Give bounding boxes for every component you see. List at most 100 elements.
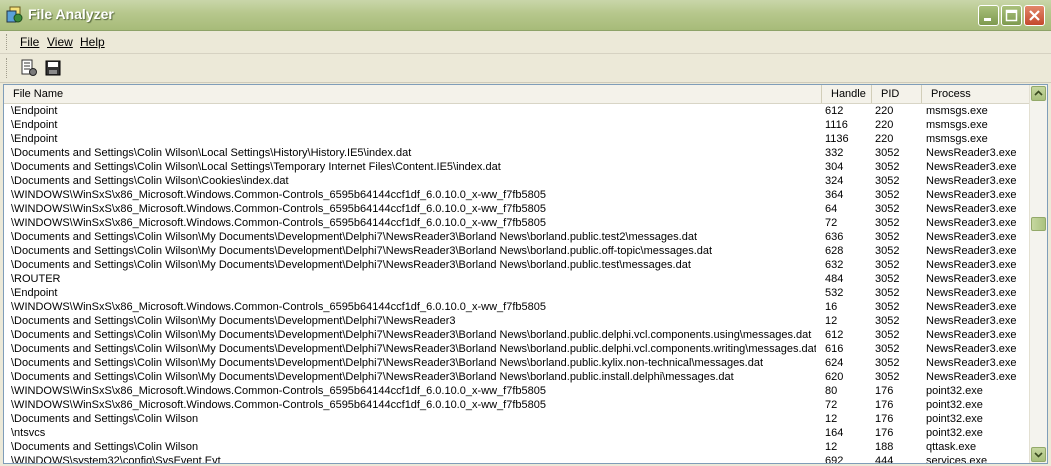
cell-file-name: \Documents and Settings\Colin Wilson: [11, 441, 199, 453]
table-row[interactable]: \Documents and Settings\Colin Wilson 12 18…: [4, 440, 1030, 454]
table-row[interactable]: \WINDOWS\WinSxS\x86_Microsoft.Windows.Co…: [4, 384, 1030, 398]
vertical-scrollbar[interactable]: [1029, 85, 1047, 463]
table-row[interactable]: \ntsvcs 164 176 point32.exe: [4, 426, 1030, 440]
cell-handle: 620: [825, 371, 844, 383]
table-row[interactable]: \Documents and Settings\Colin Wilson\My …: [4, 230, 1030, 244]
cell-pid: 220: [875, 119, 894, 131]
cell-file-name: \WINDOWS\WinSxS\x86_Microsoft.Windows.Co…: [11, 217, 546, 229]
cell-process: NewsReader3.exe: [926, 343, 1017, 355]
cell-process: NewsReader3.exe: [926, 315, 1017, 327]
cell-pid: 444: [875, 455, 894, 464]
cell-file-name: \Documents and Settings\Colin Wilson\My …: [11, 259, 691, 271]
column-header-pid[interactable]: PID: [872, 85, 922, 103]
menu-grip[interactable]: [6, 34, 9, 50]
cell-file-name: \Documents and Settings\Colin Wilson\My …: [11, 357, 764, 369]
cell-handle: 72: [825, 399, 838, 411]
minimize-button[interactable]: [978, 5, 999, 26]
table-row[interactable]: \WINDOWS\WinSxS\x86_Microsoft.Windows.Co…: [4, 398, 1030, 412]
cell-process: msmsgs.exe: [926, 105, 988, 117]
menu-view[interactable]: View: [47, 35, 73, 49]
table-row[interactable]: \Documents and Settings\Colin Wilson\My …: [4, 356, 1030, 370]
table-row[interactable]: \Documents and Settings\Colin Wilson\Loc…: [4, 146, 1030, 160]
cell-handle: 304: [825, 161, 844, 173]
title-bar[interactable]: File Analyzer: [0, 0, 1051, 31]
table-row[interactable]: \WINDOWS\WinSxS\x86_Microsoft.Windows.Co…: [4, 188, 1030, 202]
cell-file-name: \Documents and Settings\Colin Wilson\My …: [11, 329, 812, 341]
cell-process: NewsReader3.exe: [926, 329, 1017, 341]
cell-pid: 3052: [875, 217, 900, 229]
cell-pid: 3052: [875, 301, 900, 313]
cell-process: NewsReader3.exe: [926, 287, 1017, 299]
table-row[interactable]: \WINDOWS\WinSxS\x86_Microsoft.Windows.Co…: [4, 300, 1030, 314]
scroll-down-button[interactable]: [1031, 447, 1046, 462]
cell-pid: 176: [875, 413, 894, 425]
cell-file-name: \ntsvcs: [11, 427, 46, 439]
cell-process: point32.exe: [926, 399, 983, 411]
cell-handle: 364: [825, 189, 844, 201]
menu-view-label: View: [47, 35, 73, 49]
cell-file-name: \Documents and Settings\Colin Wilson\Loc…: [11, 161, 501, 173]
toolbar: [0, 54, 1051, 83]
table-row[interactable]: \Documents and Settings\Colin Wilson\My …: [4, 370, 1030, 384]
cell-file-name: \Documents and Settings\Colin Wilson: [11, 413, 199, 425]
cell-handle: 624: [825, 357, 844, 369]
cell-handle: 532: [825, 287, 844, 299]
table-row[interactable]: \Endpoint 612 220 msmsgs.exe: [4, 104, 1030, 118]
table-row[interactable]: \Endpoint 532 3052 NewsReader3.exe: [4, 286, 1030, 300]
cell-handle: 636: [825, 231, 844, 243]
close-button[interactable]: [1024, 5, 1045, 26]
table-row[interactable]: \WINDOWS\system32\config\SysEvent.Evt 692…: [4, 454, 1030, 464]
table-row[interactable]: \Documents and Settings\Colin Wilson\My …: [4, 314, 1030, 328]
cell-file-name: \Documents and Settings\Colin Wilson\My …: [11, 371, 734, 383]
cell-pid: 3052: [875, 343, 900, 355]
table-row[interactable]: \Documents and Settings\Colin Wilson\My …: [4, 342, 1030, 356]
cell-process: services.exe: [926, 455, 988, 464]
cell-handle: 12: [825, 413, 838, 425]
cell-handle: 612: [825, 105, 844, 117]
cell-file-name: \WINDOWS\WinSxS\x86_Microsoft.Windows.Co…: [11, 189, 546, 201]
table-row[interactable]: \Documents and Settings\Colin Wilson\Loc…: [4, 160, 1030, 174]
table-row[interactable]: \WINDOWS\WinSxS\x86_Microsoft.Windows.Co…: [4, 202, 1030, 216]
table-row[interactable]: \Documents and Settings\Colin Wilson\My …: [4, 328, 1030, 342]
cell-process: NewsReader3.exe: [926, 231, 1017, 243]
file-list-view[interactable]: File Name Handle PID Process \Endpoint 61…: [3, 84, 1048, 464]
cell-handle: 16: [825, 301, 838, 313]
table-row[interactable]: \Documents and Settings\Colin Wilson 12 17…: [4, 412, 1030, 426]
list-header: File Name Handle PID Process: [4, 85, 1030, 104]
cell-handle: 1136: [825, 133, 849, 145]
cell-process: point32.exe: [926, 413, 983, 425]
cell-file-name: \Documents and Settings\Colin Wilson\Coo…: [11, 175, 289, 187]
save-icon[interactable]: [44, 59, 62, 77]
scroll-up-button[interactable]: [1031, 86, 1046, 101]
properties-icon[interactable]: [20, 59, 38, 77]
column-header-file-name[interactable]: File Name: [4, 85, 822, 103]
table-row[interactable]: \Endpoint 1136 220 msmsgs.exe: [4, 132, 1030, 146]
cell-handle: 72: [825, 217, 838, 229]
cell-handle: 324: [825, 175, 844, 187]
menu-file[interactable]: File: [20, 35, 39, 49]
table-row[interactable]: \Endpoint 1116 220 msmsgs.exe: [4, 118, 1030, 132]
cell-pid: 3052: [875, 371, 900, 383]
cell-process: NewsReader3.exe: [926, 189, 1017, 201]
table-row[interactable]: \WINDOWS\WinSxS\x86_Microsoft.Windows.Co…: [4, 216, 1030, 230]
table-row[interactable]: \Documents and Settings\Colin Wilson\Coo…: [4, 174, 1030, 188]
cell-process: NewsReader3.exe: [926, 259, 1017, 271]
cell-handle: 12: [825, 315, 838, 327]
scroll-down-arrow-icon: [1034, 452, 1043, 458]
window-title: File Analyzer: [28, 6, 114, 22]
table-row[interactable]: \Documents and Settings\Colin Wilson\My …: [4, 244, 1030, 258]
scroll-thumb[interactable]: [1031, 217, 1046, 231]
maximize-button[interactable]: [1001, 5, 1022, 26]
menu-help[interactable]: Help: [80, 35, 105, 49]
cell-pid: 176: [875, 385, 894, 397]
column-header-process[interactable]: Process: [922, 85, 1030, 103]
column-header-handle[interactable]: Handle: [822, 85, 872, 103]
toolbar-grip[interactable]: [6, 58, 9, 78]
table-row[interactable]: \ROUTER 484 3052 NewsReader3.exe: [4, 272, 1030, 286]
cell-process: qttask.exe: [926, 441, 977, 453]
cell-handle: 632: [825, 259, 844, 271]
cell-pid: 220: [875, 133, 894, 145]
table-row[interactable]: \Documents and Settings\Colin Wilson\My …: [4, 258, 1030, 272]
cell-process: NewsReader3.exe: [926, 203, 1017, 215]
cell-process: msmsgs.exe: [926, 133, 988, 145]
